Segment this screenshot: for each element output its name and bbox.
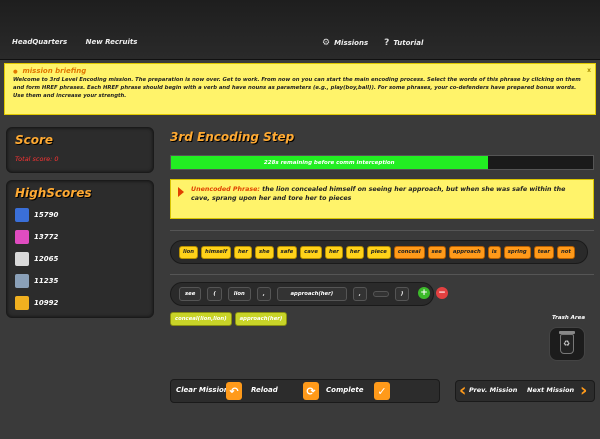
highscore-item: 10992 [15, 296, 145, 310]
word-chip[interactable]: tear [533, 245, 554, 259]
word-chip[interactable]: her [345, 245, 364, 259]
unencoded-phrase-box: Unencoded Phrase: the lion concealed him… [170, 179, 594, 219]
briefing-title: mission briefing [22, 67, 87, 75]
step-title: 3rd Encoding Step [170, 130, 295, 144]
clear-mission-label[interactable]: Clear Mission [176, 386, 229, 394]
word-chip[interactable]: is [487, 245, 501, 259]
highscore-value: 12065 [34, 255, 59, 263]
info-icon: ● [13, 69, 18, 75]
score-panel: Score Total score: 0 [6, 127, 154, 173]
reload-label[interactable]: Reload [251, 386, 278, 394]
avatar [15, 296, 29, 310]
complete-label[interactable]: Complete [326, 386, 364, 394]
nav-missions-link[interactable]: Missions [334, 39, 368, 47]
nav-headquarters-link[interactable]: HeadQuarters [12, 38, 67, 46]
phrase-label: Unencoded Phrase: [191, 186, 260, 193]
gear-icon: ⚙ [322, 38, 331, 48]
word-chip[interactable]: see [427, 245, 446, 259]
word-chip[interactable]: cave [300, 245, 322, 259]
complete-button[interactable]: ✓ [374, 382, 390, 400]
word-chip[interactable]: himself [201, 245, 232, 259]
trash-bin-icon [559, 331, 575, 354]
close-icon[interactable]: x [587, 67, 591, 75]
phrase-slot[interactable] [372, 291, 389, 297]
briefing-text: Welcome to 3rd Level Encoding mission. T… [13, 77, 581, 99]
trash-area-label: Trash Area [552, 315, 586, 321]
question-icon: ? [384, 38, 390, 48]
progress-text: 228s remaining before comm interception [263, 159, 395, 166]
phrase-slot[interactable]: approach(her) [276, 287, 347, 301]
divider [170, 230, 594, 231]
word-chip[interactable]: she [255, 245, 274, 259]
bonus-word-chip[interactable]: approach(her) [234, 312, 288, 326]
avatar [15, 274, 29, 288]
word-chip[interactable]: lion [179, 245, 199, 259]
word-chip[interactable]: safe [276, 245, 298, 259]
nav-tutorial-link[interactable]: Tutorial [393, 39, 423, 47]
chevron-right-icon[interactable]: › [580, 380, 587, 402]
highscores-title: HighScores [15, 186, 92, 200]
phrase-slot[interactable]: , [256, 287, 271, 301]
avatar [15, 230, 29, 244]
word-chip[interactable]: conceal [393, 245, 425, 259]
divider [170, 274, 594, 275]
trash-area[interactable] [549, 327, 585, 361]
word-chip[interactable]: piece [366, 245, 391, 259]
highscore-value: 11235 [34, 277, 59, 285]
highscore-value: 13772 [34, 233, 59, 241]
progress-bar: 228s remaining before comm interception [170, 155, 594, 170]
top-nav-right: ⚙ Missions ? Tutorial [322, 38, 439, 48]
bonus-words-row: conceal(lion,lion) approach(her) [170, 312, 288, 326]
phrase-slot[interactable]: see [179, 287, 202, 301]
highscore-item: 15790 [15, 208, 145, 222]
word-selection-row: lion himself her she safe cave her her piece conc… [170, 240, 588, 264]
arrow-icon [178, 187, 184, 197]
total-score: Total score: 0 [15, 155, 59, 163]
top-nav-left: HeadQuarters New Recruits [12, 38, 153, 46]
add-phrase-button[interactable]: + [418, 287, 430, 299]
word-chip[interactable]: approach [448, 245, 485, 259]
score-title: Score [15, 133, 54, 147]
reload-button[interactable]: ⟳ [303, 382, 319, 400]
word-chip[interactable]: spring [503, 245, 531, 259]
bonus-word-chip[interactable]: conceal(lion,lion) [170, 312, 232, 326]
top-navigation-bar [0, 0, 600, 60]
word-chip[interactable]: her [234, 245, 253, 259]
highscore-item: 12065 [15, 252, 145, 266]
highscore-item: 13772 [15, 230, 145, 244]
mission-briefing: ● mission briefing Welcome to 3rd Level … [4, 63, 596, 115]
highscore-value: 15790 [34, 211, 59, 219]
phrase-slot[interactable]: ) [394, 287, 410, 301]
highscore-value: 10992 [34, 299, 59, 307]
clear-mission-button[interactable]: ↶ [226, 382, 242, 400]
avatar [15, 252, 29, 266]
word-chip[interactable]: not [557, 245, 575, 259]
href-phrase-builder: see ( lion, approach(her),) [170, 282, 434, 306]
highscore-item: 11235 [15, 274, 145, 288]
highscores-panel: HighScores 15790 13772 12065 11235 10992 [6, 180, 154, 318]
phrase-slot[interactable]: , [352, 287, 367, 301]
remove-phrase-button[interactable]: − [436, 287, 448, 299]
chevron-left-icon[interactable]: ‹ [459, 380, 466, 402]
prev-mission-button[interactable]: Prev. Mission [469, 386, 517, 394]
nav-new-recruits-link[interactable]: New Recruits [86, 38, 138, 46]
phrase-slot[interactable]: ( [207, 287, 222, 301]
next-mission-button[interactable]: Next Mission [527, 386, 574, 394]
avatar [15, 208, 29, 222]
phrase-slot[interactable]: lion [227, 287, 251, 301]
word-chip[interactable]: her [324, 245, 343, 259]
